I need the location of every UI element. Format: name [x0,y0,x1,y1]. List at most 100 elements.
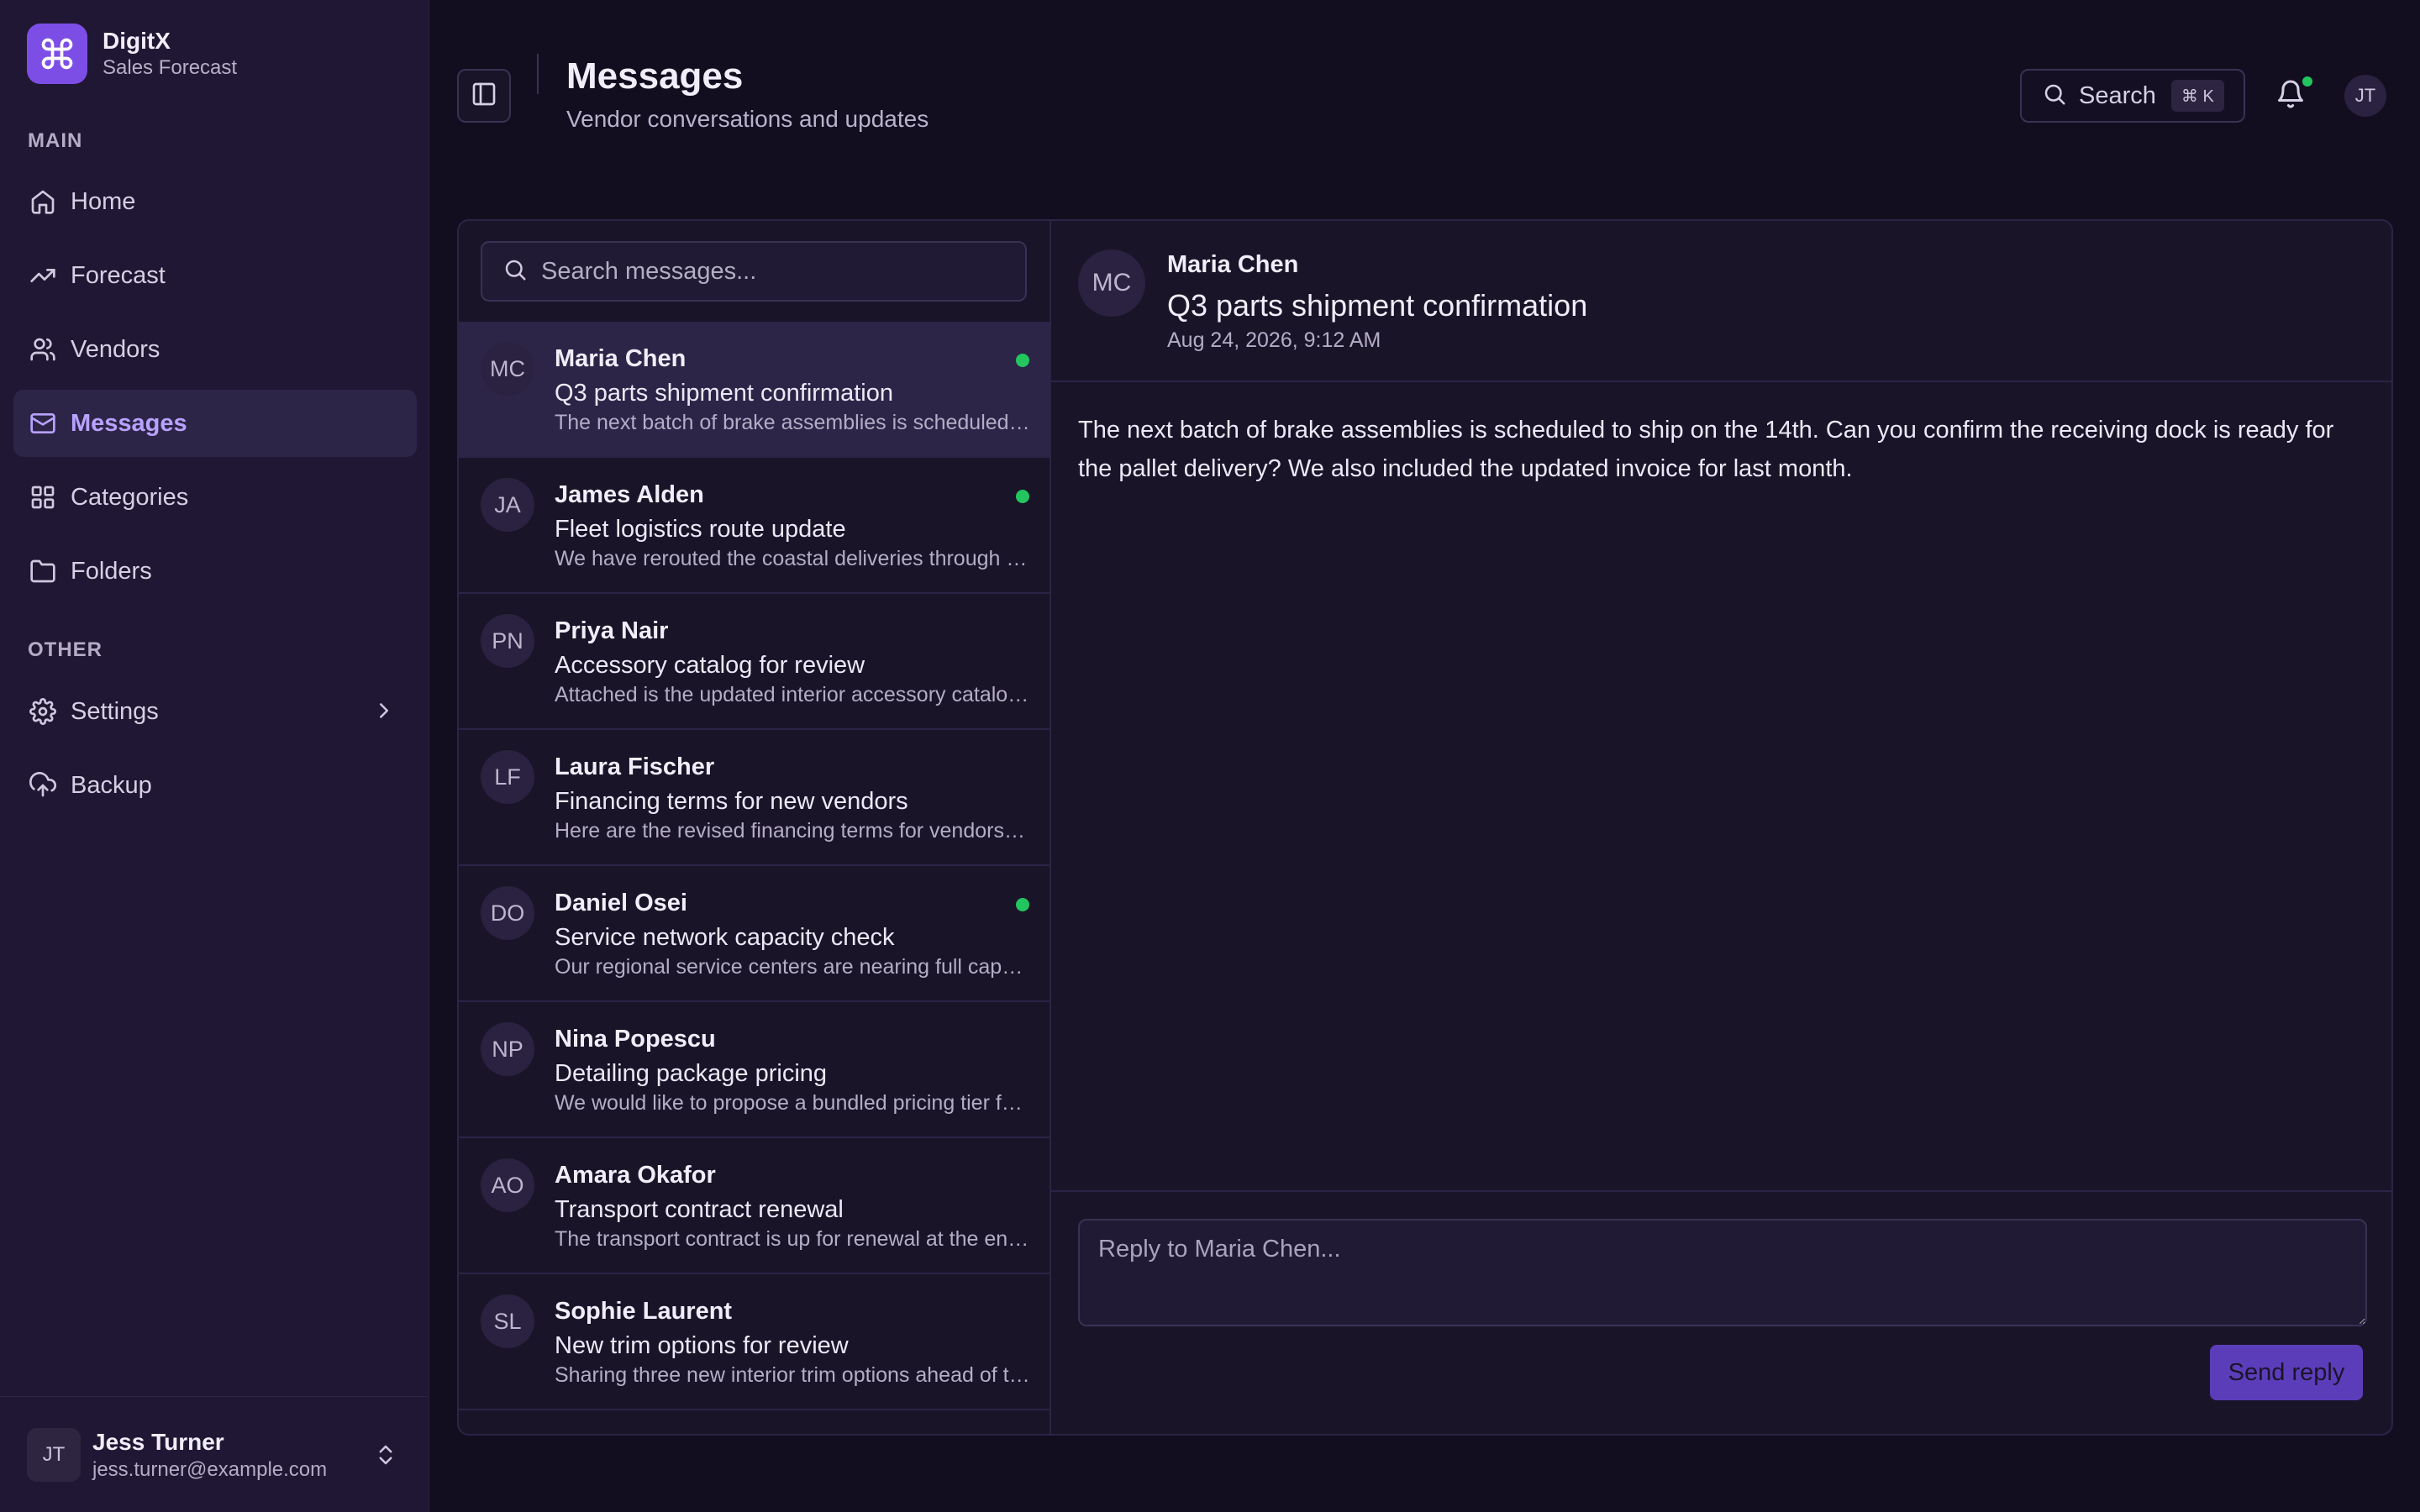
other-section-label: OTHER [28,638,103,661]
message-preview: Our regional service centers are nearing… [555,955,1030,979]
users-icon [29,335,57,364]
sidebar-item-categories[interactable]: Categories [13,464,417,531]
unread-dot [1016,898,1029,911]
send-reply-button[interactable]: Send reply [2210,1345,2363,1400]
message-preview: Attached is the updated interior accesso… [555,683,1030,706]
message-list: MC Maria Chen Q3 parts shipment confirma… [459,322,1050,1410]
message-search[interactable] [481,241,1027,302]
home-icon [29,187,57,216]
message-subject: Fleet logistics route update [555,516,846,543]
sidebar-item-label: Home [71,187,136,215]
message-search-input[interactable] [541,257,1012,286]
sidebar-item-label: Folders [71,557,152,585]
message-subject: Financing terms for new vendors [555,788,908,815]
message-preview: Here are the revised financing terms for… [555,819,1030,843]
brand-name: DigitX [103,28,171,54]
message-row[interactable]: SL Sophie Laurent New trim options for r… [459,1274,1050,1410]
message-subject: Q3 parts shipment confirmation [555,380,893,407]
mail-icon [29,409,57,438]
sidebar-item-messages[interactable]: Messages [13,390,417,457]
detail-subject: Q3 parts shipment confirmation [1167,288,1588,323]
sidebar-item-label: Categories [71,483,189,511]
message-sender: Maria Chen [555,345,687,372]
sidebar-item-backup[interactable]: Backup [13,752,417,819]
reply-textarea[interactable] [1078,1219,2367,1326]
notification-indicator [2302,76,2312,87]
panel-left-icon [471,81,497,112]
message-row[interactable]: AO Amara Okafor Transport contract renew… [459,1138,1050,1274]
message-row[interactable]: DO Daniel Osei Service network capacity … [459,866,1050,1002]
avatar: SL [481,1294,534,1348]
page-title: Messages [566,55,744,97]
message-preview: We have rerouted the coastal deliveries … [555,547,1030,570]
sidebar: DigitX Sales Forecast MAIN Home Forecast… [0,0,429,1512]
message-row[interactable]: PN Priya Nair Accessory catalog for revi… [459,594,1050,730]
message-subject: Detailing package pricing [555,1060,828,1087]
sidebar-item-forecast[interactable]: Forecast [13,242,417,309]
search-icon [2042,81,2067,111]
user-name: Jess Turner [92,1428,224,1455]
avatar: JT [27,1427,81,1482]
sidebar-item-label: Forecast [71,261,166,289]
message-list-pane: MC Maria Chen Q3 parts shipment confirma… [459,221,1051,1434]
chevrons-up-down-icon[interactable] [373,1441,398,1473]
detail-sender: Maria Chen [1167,251,1299,278]
sidebar-item-label: Settings [71,697,159,725]
message-sender: Priya Nair [555,617,669,644]
message-preview: We would like to propose a bundled prici… [555,1091,1030,1115]
avatar: JA [481,478,534,532]
sidebar-item-label: Vendors [71,335,160,363]
message-sender: Nina Popescu [555,1026,716,1053]
sidebar-item-settings[interactable]: Settings [13,678,417,745]
brand-subtitle: Sales Forecast [103,56,238,79]
global-search-button[interactable]: Search ⌘ K [2020,69,2245,123]
reply-composer: Send reply [1051,1190,2391,1434]
search-label: Search [2079,81,2156,109]
unread-dot [1016,354,1029,367]
trending-up-icon [29,261,57,290]
header-avatar[interactable]: JT [2344,75,2386,117]
avatar: LF [481,750,534,804]
unread-dot [1016,490,1029,503]
gear-icon [29,697,57,726]
message-subject: Service network capacity check [555,924,895,951]
avatar: MC [481,342,534,396]
message-sender: Sophie Laurent [555,1298,733,1325]
message-detail-header: MC Maria Chen Q3 parts shipment confirma… [1051,221,2391,382]
sidebar-item-folders[interactable]: Folders [13,538,417,605]
message-preview: Sharing three new interior trim options … [555,1363,1030,1387]
user-menu[interactable]: JT Jess Turner jess.turner@example.com [0,1396,429,1512]
search-icon [502,257,528,286]
message-preview: The next batch of brake assemblies is sc… [555,411,1030,434]
message-detail-pane: MC Maria Chen Q3 parts shipment confirma… [1051,221,2391,1434]
message-subject: New trim options for review [555,1332,849,1359]
message-body: The next batch of brake assemblies is sc… [1078,417,2334,482]
message-row[interactable]: MC Maria Chen Q3 parts shipment confirma… [459,322,1050,458]
message-sender: Daniel Osei [555,890,687,916]
message-preview: The transport contract is up for renewal… [555,1227,1030,1251]
message-subject: Accessory catalog for review [555,652,865,679]
message-row[interactable]: LF Laura Fischer Financing terms for new… [459,730,1050,866]
avatar: AO [481,1158,534,1212]
main-section-label: MAIN [28,129,83,152]
avatar: NP [481,1022,534,1076]
sidebar-item-home[interactable]: Home [13,168,417,235]
avatar: PN [481,614,534,668]
sidebar-item-vendors[interactable]: Vendors [13,316,417,383]
message-row[interactable]: NP Nina Popescu Detailing package pricin… [459,1002,1050,1138]
header-divider [537,54,539,94]
brand[interactable]: DigitX Sales Forecast [27,24,237,84]
avatar: DO [481,886,534,940]
message-row[interactable]: JA James Alden Fleet logistics route upd… [459,458,1050,594]
detail-timestamp: Aug 24, 2026, 9:12 AM [1167,328,1381,352]
grid-icon [29,483,57,512]
message-sender: James Alden [555,481,704,508]
avatar: MC [1078,249,1145,317]
sidebar-toggle-button[interactable] [457,69,511,123]
message-subject: Transport contract renewal [555,1196,844,1223]
chevron-right-icon [371,698,397,727]
message-sender: Amara Okafor [555,1162,716,1189]
user-email: jess.turner@example.com [92,1457,328,1481]
keyboard-shortcut-badge: ⌘ K [2170,80,2224,112]
sidebar-item-label: Backup [71,771,152,799]
